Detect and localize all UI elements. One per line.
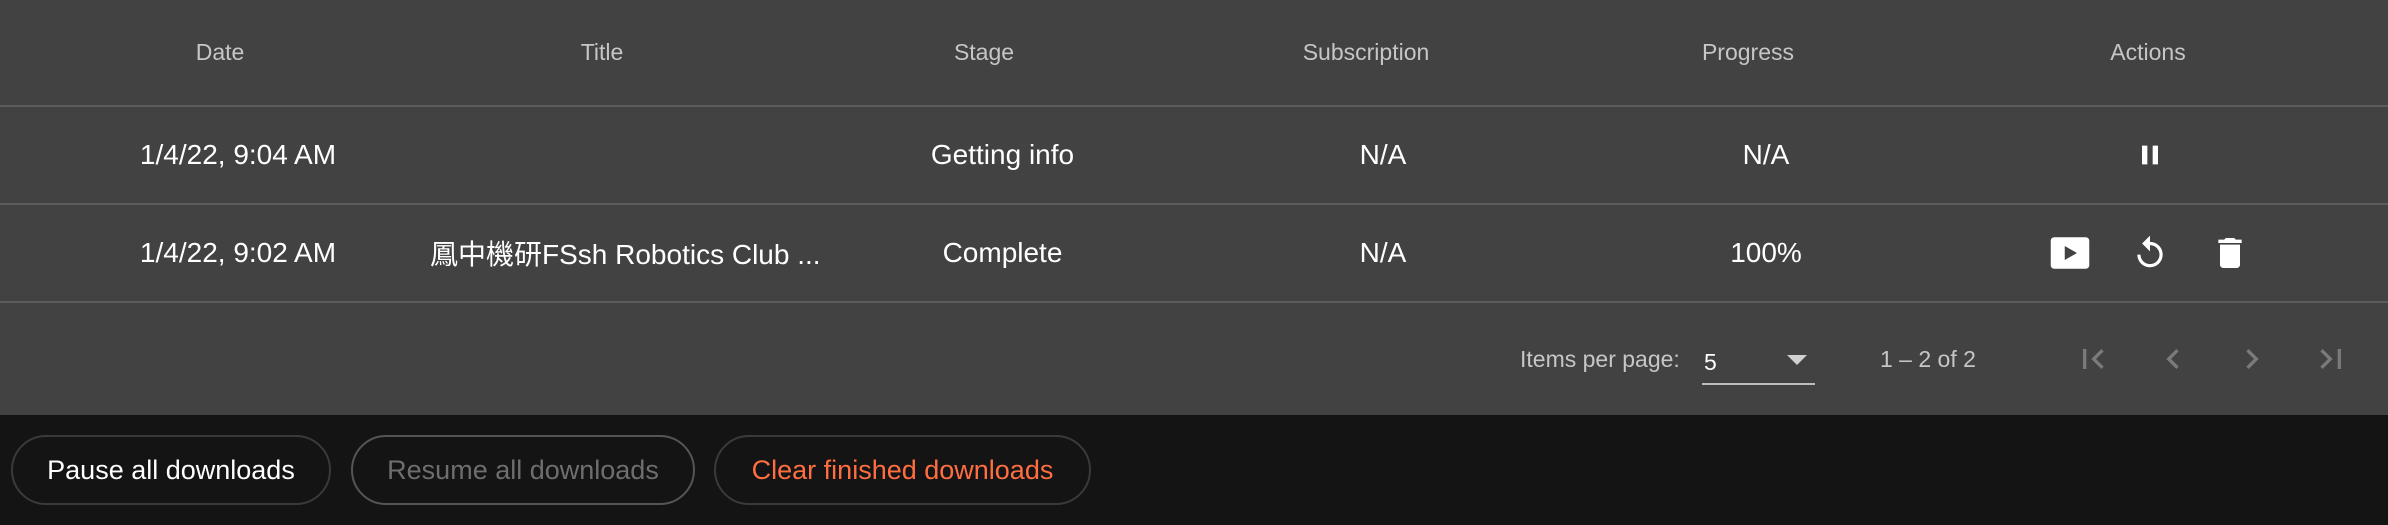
row-stage: Complete	[942, 237, 1063, 268]
row-date: 1/4/22, 9:04 AM	[139, 139, 337, 170]
row-progress: N/A	[1742, 139, 1790, 170]
delete-icon	[2218, 238, 2242, 268]
header-progress[interactable]: Progress	[1648, 0, 1848, 105]
paginator: Items per page: 5 1 – 2 of 2	[0, 303, 2388, 415]
pause-all-button[interactable]: Pause all downloads	[11, 435, 331, 505]
row-date: 1/4/22, 9:02 AM	[139, 237, 337, 268]
row-title	[420, 107, 830, 203]
items-per-page-select[interactable]: 5	[1702, 335, 1815, 385]
previous-page-button[interactable]	[2150, 336, 2196, 382]
items-per-page-label: Items per page:	[1520, 345, 1680, 372]
bulk-actions-bar: Pause all downloads Resume all downloads…	[0, 415, 2388, 525]
resume-all-button[interactable]: Resume all downloads	[351, 435, 695, 505]
play-icon	[2050, 237, 2090, 269]
row-title[interactable]: 鳳中機研FSsh Robotics Club ...	[420, 205, 830, 301]
last-page-button[interactable]	[2308, 336, 2354, 382]
next-page-button[interactable]	[2229, 336, 2275, 382]
delete-button[interactable]	[2209, 232, 2251, 274]
last-page-icon	[2320, 349, 2341, 369]
row-actions	[2030, 205, 2270, 301]
row-subscription: N/A	[1359, 237, 1407, 268]
header-stage[interactable]: Stage	[884, 0, 1084, 105]
row-stage: Getting info	[930, 139, 1075, 170]
row-subscription: N/A	[1359, 139, 1407, 170]
pause-icon	[2142, 145, 2158, 165]
page-range-label: 1 – 2 of 2	[1880, 345, 1976, 372]
play-button[interactable]	[2049, 232, 2091, 274]
header-date[interactable]: Date	[120, 0, 320, 105]
row-actions	[2030, 107, 2270, 203]
clear-finished-button[interactable]: Clear finished downloads	[714, 435, 1091, 505]
first-page-icon	[2083, 349, 2104, 369]
chevron-down-icon	[1787, 355, 1807, 365]
downloads-table: Date Title Stage Subscription Progress A…	[0, 0, 2388, 415]
table-header-row: Date Title Stage Subscription Progress A…	[0, 0, 2388, 107]
row-progress: 100%	[1730, 237, 1802, 268]
header-title[interactable]: Title	[502, 0, 702, 105]
table-row: 1/4/22, 9:02 AM 鳳中機研FSsh Robotics Club .…	[0, 205, 2388, 303]
restart-button[interactable]	[2129, 232, 2171, 274]
items-per-page-value: 5	[1704, 348, 1717, 375]
header-subscription[interactable]: Subscription	[1266, 0, 1466, 105]
previous-page-icon	[2166, 349, 2179, 369]
pause-button[interactable]	[2129, 134, 2171, 176]
first-page-button[interactable]	[2070, 336, 2116, 382]
header-actions: Actions	[2110, 39, 2186, 65]
table-row: 1/4/22, 9:04 AM Getting info N/A N/A	[0, 107, 2388, 205]
next-page-icon	[2246, 349, 2259, 369]
restart-icon	[2137, 235, 2163, 268]
